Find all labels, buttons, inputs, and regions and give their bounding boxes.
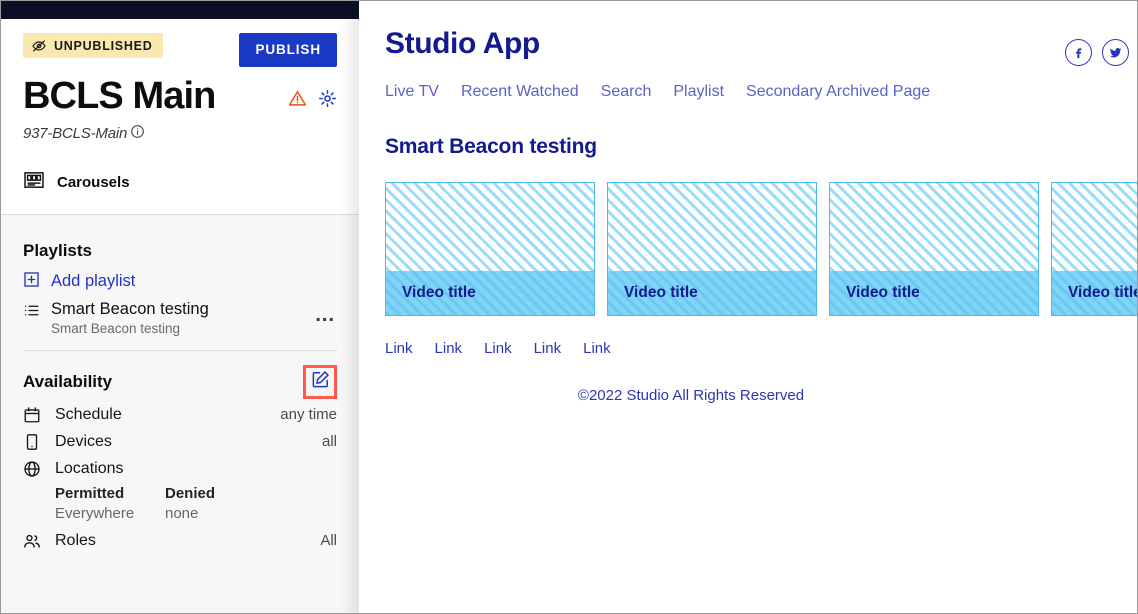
denied-header: Denied	[165, 484, 216, 502]
playlist-texts: Smart Beacon testing Smart Beacon testin…	[51, 299, 302, 336]
status-and-publish-row: UNPUBLISHED PUBLISH	[23, 33, 337, 67]
availability-row-schedule[interactable]: Schedule any time	[23, 406, 337, 424]
status-badge: UNPUBLISHED	[23, 33, 163, 58]
locations-table: Permitted Everywhere Denied none	[23, 485, 337, 522]
edit-pencil-icon	[311, 370, 330, 394]
video-card-title: Video title	[386, 271, 594, 315]
sidebar-item-carousels[interactable]: Carousels	[23, 169, 337, 214]
nav-item-recent-watched[interactable]: Recent Watched	[461, 83, 579, 101]
preview-section-title: Smart Beacon testing	[385, 135, 597, 158]
availability-label-schedule: Schedule	[55, 405, 122, 423]
availability-label-devices: Devices	[55, 432, 112, 450]
gear-icon[interactable]	[318, 89, 337, 113]
denied-value: none	[165, 504, 199, 522]
list-icon	[23, 299, 40, 324]
globe-icon	[23, 460, 45, 478]
availability-value-schedule: any time	[280, 406, 337, 424]
twitter-icon[interactable]	[1102, 39, 1129, 66]
video-card-title: Video title	[608, 271, 816, 315]
social-icons	[1065, 39, 1129, 66]
page-subtitle: 937-BCLS-Main	[23, 124, 128, 142]
publish-button[interactable]: PUBLISH	[239, 33, 337, 67]
availability-value-roles: All	[320, 532, 337, 550]
video-card[interactable]: Video title	[1051, 182, 1137, 316]
playlist-subtitle: Smart Beacon testing	[51, 320, 181, 336]
footer-link[interactable]: Link	[435, 340, 463, 357]
carousel-icon	[23, 169, 45, 196]
availability-label-locations: Locations	[55, 459, 124, 477]
video-card[interactable]: Video title	[829, 182, 1039, 316]
video-card-list: Video title Video title Video title Vide…	[385, 182, 1137, 316]
preview-footer-links: Link Link Link Link Link	[385, 340, 1137, 357]
warning-icon[interactable]	[288, 89, 307, 113]
availability-value-devices: all	[321, 433, 337, 451]
footer-link[interactable]: Link	[385, 340, 413, 357]
nav-item-live-tv[interactable]: Live TV	[385, 83, 439, 101]
preview-copyright: ©2022 Studio All Rights Reserved	[577, 387, 805, 404]
subtitle-row: 937-BCLS-Main	[23, 124, 337, 143]
footer-link[interactable]: Link	[484, 340, 512, 357]
calendar-icon	[23, 406, 45, 424]
playlists-heading: Playlists	[23, 240, 92, 260]
availability-row-locations[interactable]: Locations	[23, 460, 337, 478]
video-card[interactable]: Video title	[385, 182, 595, 316]
sidebar: UNPUBLISHED PUBLISH BCLS Main 937-BCLS-M…	[1, 1, 359, 613]
video-card-title: Video title	[1052, 271, 1137, 315]
eye-slash-icon	[31, 38, 47, 54]
plus-box-icon	[23, 271, 40, 293]
preview-app-title: Studio App	[385, 27, 540, 60]
preview-nav: Live TV Recent Watched Search Playlist S…	[385, 83, 1137, 101]
video-card[interactable]: Video title	[607, 182, 817, 316]
nav-item-search[interactable]: Search	[601, 83, 652, 101]
playlists-section: Playlists Add playlist Smart Beacon test…	[23, 215, 337, 350]
add-playlist-button[interactable]: Add playlist	[23, 271, 337, 293]
title-row: BCLS Main	[23, 75, 337, 117]
permitted-value: Everywhere	[55, 504, 135, 522]
availability-section: Availability Schedule any time Devices a…	[23, 351, 337, 550]
carousels-label: Carousels	[57, 173, 130, 191]
availability-label-roles: Roles	[55, 531, 96, 549]
video-card-title: Video title	[830, 271, 1038, 315]
page-title: BCLS Main	[23, 75, 216, 117]
playlist-name: Smart Beacon testing	[51, 299, 209, 318]
locations-permitted-column: Permitted Everywhere	[55, 485, 165, 522]
availability-row-devices[interactable]: Devices all	[23, 433, 337, 451]
sidebar-header: UNPUBLISHED PUBLISH BCLS Main 937-BCLS-M…	[1, 19, 359, 214]
sidebar-body: Playlists Add playlist Smart Beacon test…	[1, 213, 359, 613]
list-item[interactable]: Smart Beacon testing Smart Beacon testin…	[23, 299, 337, 336]
app-window: UNPUBLISHED PUBLISH BCLS Main 937-BCLS-M…	[0, 0, 1138, 614]
nav-item-playlist[interactable]: Playlist	[673, 83, 724, 101]
device-icon	[23, 433, 45, 451]
availability-heading: Availability	[23, 371, 113, 391]
status-badge-label: UNPUBLISHED	[54, 38, 153, 53]
availability-header-row: Availability	[23, 364, 337, 399]
add-playlist-label: Add playlist	[51, 272, 136, 291]
title-icons	[288, 81, 337, 113]
locations-denied-column: Denied none	[165, 485, 275, 522]
info-icon[interactable]	[130, 124, 145, 143]
permitted-header: Permitted	[55, 484, 125, 502]
facebook-icon[interactable]	[1065, 39, 1092, 66]
availability-row-roles[interactable]: Roles All	[23, 532, 337, 550]
footer-link[interactable]: Link	[534, 340, 562, 357]
footer-link[interactable]: Link	[583, 340, 611, 357]
edit-availability-button[interactable]	[303, 364, 337, 399]
people-icon	[23, 532, 45, 550]
playlist-overflow-menu-button[interactable]: ...	[313, 304, 337, 330]
preview-pane: Studio App Live TV Recent Watched Search…	[359, 1, 1137, 613]
top-nav-bar	[1, 1, 359, 19]
nav-item-secondary-archived-page[interactable]: Secondary Archived Page	[746, 83, 930, 101]
